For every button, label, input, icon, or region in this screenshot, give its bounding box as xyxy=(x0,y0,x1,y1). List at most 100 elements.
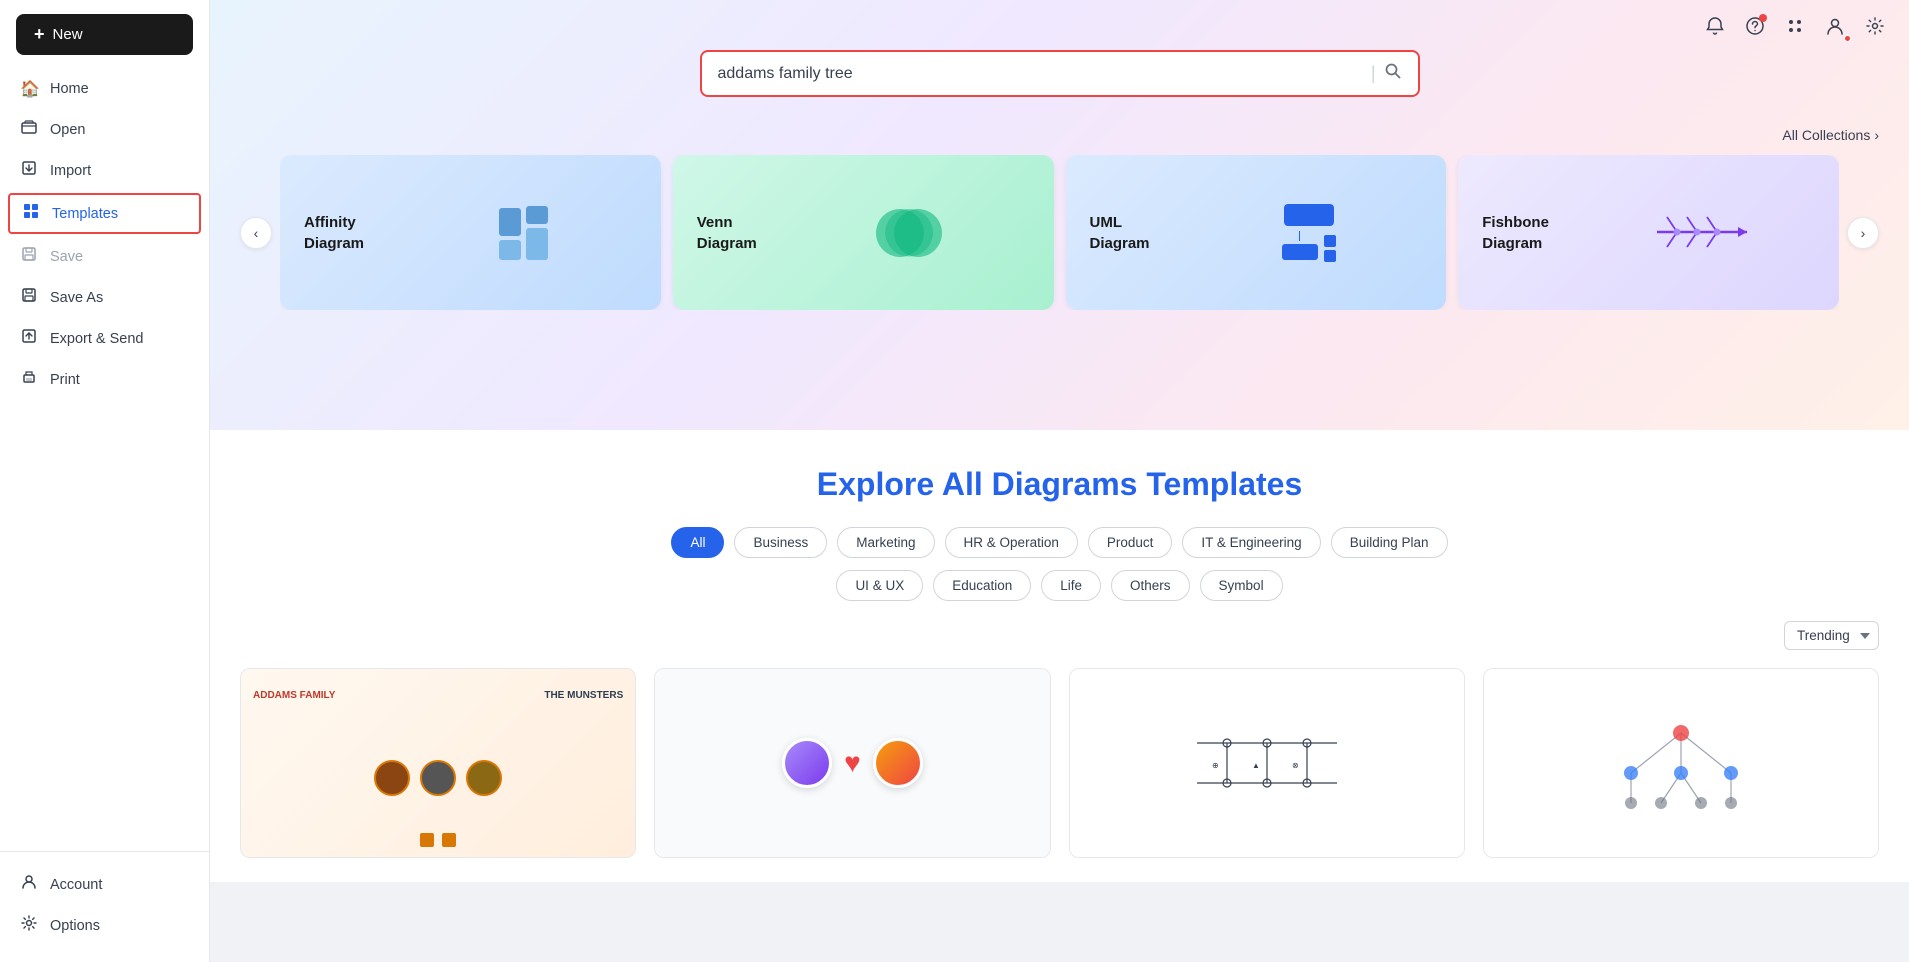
affinity-diagram-icon xyxy=(410,206,637,260)
heart-icon: ♥ xyxy=(844,747,861,779)
explore-section: Explore All Diagrams Templates All Busin… xyxy=(210,430,1909,882)
open-icon xyxy=(20,119,38,140)
sidebar-item-print[interactable]: Print xyxy=(0,359,209,400)
all-collections-link[interactable]: All Collections › xyxy=(240,127,1879,143)
filter-it-engineering[interactable]: IT & Engineering xyxy=(1182,527,1320,558)
carousel-next-button[interactable]: › xyxy=(1847,217,1879,249)
print-icon xyxy=(20,369,38,390)
search-wrapper: addams family tree | xyxy=(240,50,1879,97)
template-thumb-addams: ADDAMS FAMILY THE MUNSTERS xyxy=(241,669,635,857)
main-content: addams family tree | All Collections › ‹… xyxy=(210,0,1909,962)
carousel-card-uml[interactable]: UMLDiagram xyxy=(1066,155,1447,310)
sidebar-item-save: Save xyxy=(0,236,209,277)
new-button[interactable]: + New xyxy=(16,14,193,55)
filter-business[interactable]: Business xyxy=(734,527,827,558)
sidebar-item-account[interactable]: Account xyxy=(0,864,209,905)
sidebar-label-export: Export & Send xyxy=(50,331,144,347)
filter-product[interactable]: Product xyxy=(1088,527,1173,558)
search-button[interactable] xyxy=(1384,62,1402,85)
sidebar-item-home[interactable]: 🏠 Home xyxy=(0,69,209,109)
templates-icon xyxy=(22,203,40,224)
notification-icon[interactable] xyxy=(1701,12,1729,40)
explore-title-plain: Explore xyxy=(817,466,942,502)
filter-ui-ux[interactable]: UI & UX xyxy=(836,570,923,601)
apps-icon[interactable] xyxy=(1781,12,1809,40)
help-icon[interactable] xyxy=(1741,12,1769,40)
template-card-circuit[interactable]: ⊕ ▲ ⊗ xyxy=(1069,668,1465,858)
venn-diagram-icon xyxy=(803,198,1030,268)
trending-row: Trending Newest Popular xyxy=(240,621,1879,650)
filter-life[interactable]: Life xyxy=(1041,570,1101,601)
sidebar-item-options[interactable]: Options xyxy=(0,905,209,946)
filter-symbol[interactable]: Symbol xyxy=(1200,570,1283,601)
explore-title-colored: All Diagrams Templates xyxy=(942,466,1302,502)
filter-row-1: All Business Marketing HR & Operation Pr… xyxy=(240,527,1879,558)
save-icon xyxy=(20,246,38,267)
fishbone-diagram-icon xyxy=(1588,205,1815,260)
user-avatar-icon[interactable] xyxy=(1821,12,1849,40)
uml-diagram-icon xyxy=(1196,204,1423,262)
chevron-right-icon: › xyxy=(1874,127,1879,143)
all-collections-label: All Collections xyxy=(1782,127,1870,143)
sidebar-item-open[interactable]: Open xyxy=(0,109,209,150)
svg-text:▲: ▲ xyxy=(1252,761,1260,770)
export-icon xyxy=(20,328,38,349)
template-thumb-social: ♥ xyxy=(655,669,1049,857)
addams-label: ADDAMS FAMILY xyxy=(253,689,335,702)
sidebar-item-templates[interactable]: Templates xyxy=(8,193,201,234)
carousel-card-affinity-label: AffinityDiagram xyxy=(304,212,394,254)
sidebar-label-open: Open xyxy=(50,122,85,138)
carousel-card-affinity[interactable]: AffinityDiagram xyxy=(280,155,661,310)
sidebar: + New 🏠 Home Open Import Templates xyxy=(0,0,210,962)
filter-marketing[interactable]: Marketing xyxy=(837,527,934,558)
svg-text:⊗: ⊗ xyxy=(1292,761,1299,770)
carousel: ‹ AffinityDiagram xyxy=(240,155,1879,310)
import-icon xyxy=(20,160,38,181)
help-dot xyxy=(1759,14,1767,22)
carousel-prev-button[interactable]: ‹ xyxy=(240,217,272,249)
template-card-network[interactable] xyxy=(1483,668,1879,858)
carousel-card-uml-label: UMLDiagram xyxy=(1090,212,1180,254)
search-divider: | xyxy=(1371,63,1376,84)
home-icon: 🏠 xyxy=(20,79,38,99)
explore-title: Explore All Diagrams Templates xyxy=(240,466,1879,503)
account-icon xyxy=(20,874,38,895)
search-input[interactable]: addams family tree xyxy=(718,65,1363,83)
carousel-card-venn-label: VennDiagram xyxy=(697,212,787,254)
user-dot xyxy=(1844,35,1851,42)
filter-others[interactable]: Others xyxy=(1111,570,1190,601)
search-box: addams family tree | xyxy=(700,50,1420,97)
sidebar-label-options: Options xyxy=(50,918,100,934)
carousel-card-fishbone-label: FishboneDiagram xyxy=(1482,212,1572,254)
carousel-card-fishbone[interactable]: FishboneDiagram xyxy=(1458,155,1839,310)
munsters-label: THE MUNSTERS xyxy=(544,689,623,702)
sidebar-item-import[interactable]: Import xyxy=(0,150,209,191)
template-card-social[interactable]: ♥ xyxy=(654,668,1050,858)
template-card-addams[interactable]: ADDAMS FAMILY THE MUNSTERS xyxy=(240,668,636,858)
settings-icon[interactable] xyxy=(1861,12,1889,40)
filter-row-2: UI & UX Education Life Others Symbol xyxy=(240,570,1879,601)
filter-building-plan[interactable]: Building Plan xyxy=(1331,527,1448,558)
hero-section: addams family tree | All Collections › ‹… xyxy=(210,0,1909,430)
save-as-icon xyxy=(20,287,38,308)
svg-text:⊕: ⊕ xyxy=(1212,761,1219,770)
sidebar-label-home: Home xyxy=(50,81,89,97)
template-thumb-network xyxy=(1484,669,1878,857)
sidebar-label-print: Print xyxy=(50,372,80,388)
sidebar-label-templates: Templates xyxy=(52,206,118,222)
sidebar-nav: 🏠 Home Open Import Templates xyxy=(0,65,209,851)
options-icon xyxy=(20,915,38,936)
filter-education[interactable]: Education xyxy=(933,570,1031,601)
sidebar-label-import: Import xyxy=(50,163,91,179)
sidebar-item-export[interactable]: Export & Send xyxy=(0,318,209,359)
new-button-label: New xyxy=(53,26,83,43)
topbar xyxy=(1681,0,1909,52)
plus-icon: + xyxy=(34,24,45,45)
sidebar-label-save: Save xyxy=(50,249,83,265)
trending-select[interactable]: Trending Newest Popular xyxy=(1784,621,1879,650)
filter-hr-operation[interactable]: HR & Operation xyxy=(945,527,1078,558)
carousel-card-venn[interactable]: VennDiagram xyxy=(673,155,1054,310)
sidebar-item-save-as[interactable]: Save As xyxy=(0,277,209,318)
filter-all[interactable]: All xyxy=(671,527,724,558)
sidebar-label-save-as: Save As xyxy=(50,290,103,306)
